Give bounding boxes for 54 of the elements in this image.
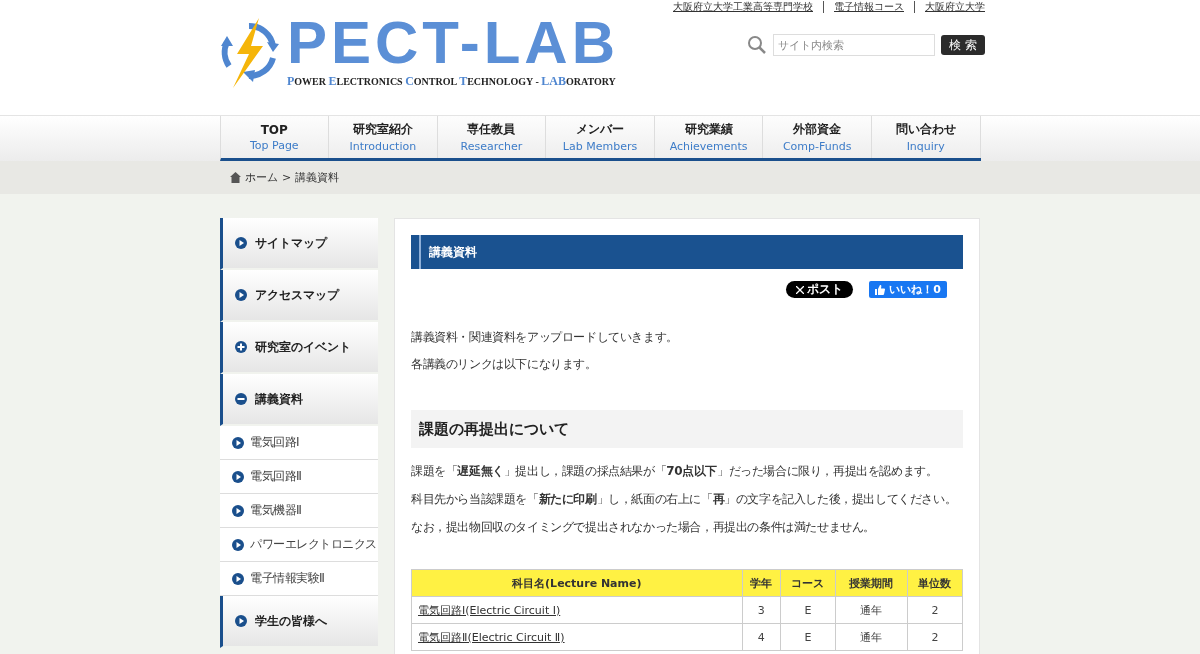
breadcrumb-link[interactable]: 講義資料 — [295, 170, 340, 185]
column-header: 授業期間 — [835, 569, 908, 597]
sidebar-item[interactable]: サイトマップ — [220, 218, 378, 270]
breadcrumb-link[interactable]: ホーム — [245, 170, 278, 185]
table-cell: 2 — [907, 623, 963, 651]
table-cell: 通年 — [835, 596, 908, 624]
thumbs-up-icon — [875, 284, 886, 295]
paragraph: 各講義のリンクは以下になります。 — [411, 357, 598, 372]
sidebar-subitem[interactable]: パワーエレクトロニクス — [220, 528, 378, 562]
paragraph: なお，提出物回収のタイミングで提出されなかった場合，再提出の条件は満たせません。 — [411, 520, 876, 535]
logo-subtitle: POWER ELECTRONICS CONTROL TECHNOLOGY - LABORATORY — [287, 74, 617, 89]
table-cell: E — [780, 596, 836, 624]
table-cell: 2 — [907, 596, 963, 624]
play-icon — [232, 504, 244, 517]
search-field[interactable]: サイト内検索 — [773, 34, 936, 56]
header-link[interactable]: 大阪府立大学工業高等専門学校 — [673, 0, 813, 14]
breadcrumb-separator: > — [282, 171, 292, 184]
sidebar-item[interactable]: 講義資料 — [220, 374, 378, 426]
table-cell: 通年 — [835, 623, 908, 651]
post-button[interactable]: ポスト — [786, 281, 854, 298]
section-heading: 課題の再提出について — [411, 410, 963, 448]
sidebar-item[interactable]: 研究室のイベント — [220, 322, 378, 374]
play-icon — [232, 572, 244, 585]
play-icon — [232, 538, 244, 551]
paragraph: 講義資料・関連資料をアップロードしていきます。 — [411, 330, 679, 345]
logo-title: PECT-LAB — [287, 14, 619, 72]
x-logo-icon — [796, 285, 805, 294]
table-cell: 4 — [742, 623, 781, 651]
play-icon — [235, 289, 247, 301]
paragraph: 課題を「遅延無く」提出し，課題の採点結果が「70点以下」だった場合に限り，再提出を認めます。 — [411, 464, 939, 479]
sidebar-subitem[interactable]: 電気回路Ⅰ — [220, 426, 378, 460]
sidebar-item[interactable]: 学生の皆様へ — [220, 596, 378, 648]
sidebar-subitem[interactable]: 電気回路Ⅱ — [220, 460, 378, 494]
sidebar-subitem[interactable]: 電子情報実験Ⅱ — [220, 562, 378, 596]
home-icon — [230, 172, 241, 183]
column-header: 科目名(Lecture Name) — [411, 569, 743, 597]
like-button[interactable]: いいね！0 — [869, 281, 947, 298]
column-header: 単位数 — [907, 569, 963, 597]
paragraph: 科目先から当該課題を「新たに印刷」し，紙面の右上に「再」の文字を記入した後，提出してください。 — [411, 492, 958, 507]
play-icon — [235, 615, 247, 627]
column-header: 学年 — [742, 569, 781, 597]
table-cell: 3 — [742, 596, 781, 624]
column-header: コース — [780, 569, 836, 597]
header-link[interactable]: 大阪府立大学 — [925, 0, 985, 14]
play-icon — [235, 237, 247, 249]
sidebar-item[interactable]: アクセスマップ — [220, 270, 378, 322]
search-button[interactable]: 検 索 — [941, 35, 985, 55]
sidebar-subitem[interactable]: 電気機器Ⅱ — [220, 494, 378, 528]
play-icon — [232, 470, 244, 483]
search-icon — [747, 35, 768, 55]
header-link[interactable]: 電子情報コース — [834, 0, 904, 14]
play-icon — [232, 436, 244, 449]
page-title: 講義資料 — [411, 235, 963, 269]
table-cell: E — [780, 623, 836, 651]
